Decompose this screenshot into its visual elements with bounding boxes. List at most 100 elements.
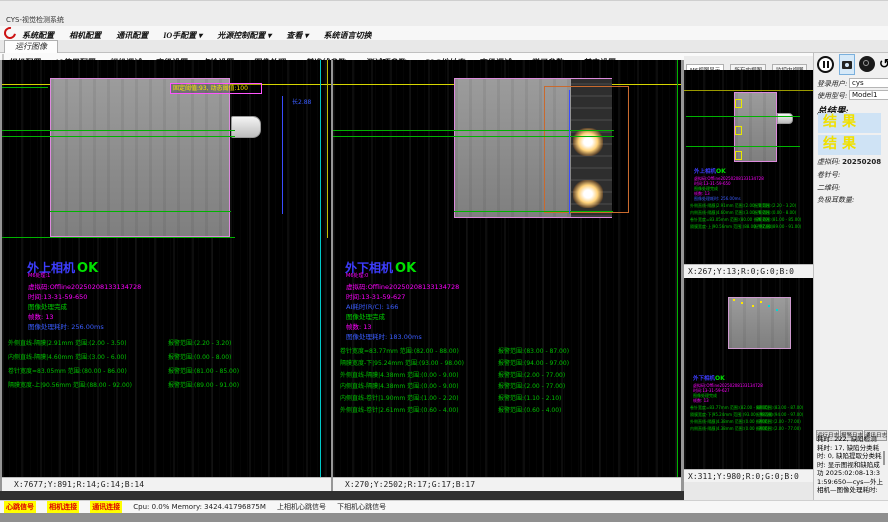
menu-items: 系统配置 相机配置 通讯配置 IO手配置 ▾ 光源控制配置 ▾ 查看 ▾ 系统语… — [22, 26, 382, 40]
virtual-code-value: 20250208 — [842, 158, 881, 166]
elapsed-line: 图像处理耗时: 256.00ms — [28, 321, 104, 331]
status-bar: 心跳信号 相机连接 通讯连接 Cpu: 0.0% Memory: 3424.41… — [0, 500, 888, 513]
overlay-hline-green — [2, 237, 235, 238]
marker-dot-cyan — [768, 305, 770, 307]
login-user-field[interactable]: cys — [849, 78, 888, 88]
alarm-text: 报警范围:(2.20 - 3.20) — [168, 338, 231, 347]
blue-measure-label: 长2.88 — [292, 97, 311, 106]
needle-number-row: 卷针号: — [817, 170, 840, 180]
thumbnail-view-lower[interactable]: 外下相机OK 虚拟码:Offline20250208133134728 时间:1… — [684, 278, 813, 469]
frame-count-line: 帧数: 13 — [693, 398, 709, 404]
lens-icon — [863, 60, 869, 66]
overlay-hline-green — [686, 146, 800, 147]
title-bar — [0, 0, 888, 26]
alarm-text: 报警范围:(81.00 - 85.00) — [754, 217, 801, 223]
camera-name: 外上相机 — [694, 169, 716, 175]
measure-text: 内侧直线-隔膜|4.38mm 范围:(0.00 - 9.00) — [340, 381, 459, 390]
overlay-vline-yellow — [327, 60, 328, 238]
overlay-vline-blue — [569, 90, 570, 214]
overlay-hline-green — [2, 130, 235, 131]
frame-count-line: 帧数: 13 — [346, 321, 372, 331]
alarm-text: 报警范围:(94.00 - 97.00) — [498, 358, 569, 367]
thumbnail-view-upper[interactable]: 外上相机OK 虚拟码:Offline20250208133134728 时间:1… — [684, 70, 813, 264]
overlay-hline-green — [686, 116, 800, 117]
overlay-hline-green — [333, 136, 614, 137]
virtual-code-label: 虚拟码: — [817, 158, 840, 166]
camera-mode-button[interactable] — [839, 54, 855, 75]
ai-elapsed-line: AI耗时(R/C): 166 — [346, 301, 398, 311]
model-label: 使用型号: — [817, 92, 847, 100]
roi-marker-yellow — [735, 126, 742, 135]
camera-view-lower[interactable]: AI处理图像 外下相机OK M6处理:0 虚拟码:Offline20250208… — [333, 60, 681, 477]
camera-result-title: 外上相机OK — [694, 167, 726, 175]
time-line: 时间:13-31-59-650 — [28, 291, 87, 301]
lens-button[interactable] — [859, 56, 875, 72]
alarm-text: 报警范围:(89.00 - 91.00) — [754, 224, 801, 230]
qr-code-label: 二维码: — [817, 184, 840, 192]
overlay-vline-blue — [282, 96, 283, 214]
measure-text: 隔膜宽度-上|90.56mm 范围:(88.00 - 92.00) — [8, 380, 132, 389]
measure-text: 外侧直线-卷针|2.61mm 范围:(0.60 - 4.00) — [340, 405, 459, 414]
alarm-text: 报警范围:(2.00 - 77.00) — [498, 370, 565, 379]
result-ok-badge: OK — [77, 261, 98, 276]
measure-text: 内侧直线-隔膜|4.60mm 范围:(3.00 - 6.00) — [8, 352, 127, 361]
log-scrollbar[interactable] — [883, 451, 885, 465]
elapsed-line: 图像处理耗时: 183.00ms — [346, 331, 422, 341]
result-ok-badge: OK — [715, 375, 725, 382]
alarm-text: 报警范围:(83.00 - 87.00) — [756, 405, 803, 411]
virtual-code-line: 虚拟码:Offline20250208133134728 — [346, 281, 459, 291]
threshold-label: 固定阈值:93, 动态阈值:100 — [170, 83, 262, 94]
marker-dot-cyan — [776, 309, 778, 311]
alarm-text: 报警范围:(2.20 - 3.20) — [754, 203, 796, 209]
metal-tab — [777, 113, 793, 124]
virtual-code-line: 虚拟码:Offline20250208133134728 — [28, 281, 141, 291]
glow-spot — [573, 180, 603, 208]
result-box-upper: 结果 — [818, 113, 881, 133]
pixel-coords-thumb-lower: X:311;Y:980;R:0;G:0;B:0 — [684, 469, 813, 483]
window-title: CYS-视觉检测系统 — [6, 15, 64, 25]
camera-result-title: 外下相机OK — [693, 374, 725, 382]
part-image — [728, 297, 791, 349]
tab-row — [0, 40, 888, 53]
measure-text: 隔膜宽度-下|95.24mm 范围:(93.00 - 98.00) — [340, 358, 464, 367]
process-done-line: 图像处理完成 — [346, 311, 385, 321]
frame-count-line: 帧数: 13 — [28, 311, 54, 321]
overlay-hline-green — [2, 87, 48, 88]
camera-view-upper[interactable]: 固定阈值:93, 动态阈值:100 长2.88 外上相机OK M6处理:1 虚拟… — [2, 60, 331, 477]
m6-sub-label: M6处理:0 — [346, 272, 368, 279]
upper-camera-heartbeat: 上相机心跳信号 — [277, 501, 326, 513]
alarm-text: 报警范围:(0.00 - 8.00) — [754, 210, 796, 216]
comm-connection-badge: 通讯连接 — [90, 501, 122, 513]
qr-code-row: 二维码: — [817, 183, 840, 193]
roi-marker-yellow — [735, 151, 742, 160]
roi-marker-yellow — [735, 99, 742, 108]
alarm-text: 报警范围:(89.00 - 91.00) — [168, 380, 239, 389]
tab-count-label: 负极耳数量: — [817, 196, 854, 204]
virtual-code-row: 虚拟码: 20250208 — [817, 157, 881, 167]
time-line: 时间:13-31-59-627 — [346, 291, 405, 301]
needle-number-label: 卷针号: — [817, 171, 840, 179]
refresh-button[interactable]: ↺ — [877, 54, 888, 75]
overlay-hline-yellow — [684, 90, 813, 91]
log-text: 耗时: 222, 缺陷检测耗时: 17, 缺陷分类耗时: 0, 缺陷提取分类耗时… — [817, 435, 883, 495]
overlay-vline-cyan — [320, 60, 321, 477]
measure-text: 内侧直线-卷针|1.90mm 范围:(1.00 - 2.20) — [340, 393, 459, 402]
alarm-text: 报警范围:(2.00 - 77.00) — [756, 426, 801, 432]
lower-camera-heartbeat: 下相机心跳信号 — [337, 501, 386, 513]
pixel-coords-lower: X:270;Y:2502;R:17;G:17;B:17 — [333, 477, 681, 491]
part-image — [50, 78, 230, 237]
overlay-vline-green — [677, 60, 678, 477]
pixel-coords-upper: X:7677;Y:891;R:14;G:14;B:14 — [2, 477, 331, 491]
cpu-memory-status: Cpu: 0.0% Memory: 3424.41796875M — [133, 501, 266, 513]
alarm-text: 报警范围:(83.00 - 87.00) — [498, 346, 569, 355]
window-bottom-strip — [0, 513, 888, 522]
marker-dot-yellow — [760, 301, 762, 303]
glow-spot — [573, 128, 603, 156]
measure-text: 外侧直线-隔膜|2.91mm 范围:(2.00 - 3.50) — [8, 338, 127, 347]
elapsed-line: 图像处理耗时: 256.00ms — [694, 196, 741, 202]
overlay-hline-green — [2, 136, 235, 137]
alarm-text: 报警范围:(1.10 - 2.10) — [498, 393, 561, 402]
pause-button[interactable] — [817, 56, 834, 73]
model-field[interactable]: Model1 — [849, 90, 888, 100]
measure-text: 卷针宽度=83.77mm 范围:(82.00 - 88.00) — [340, 346, 459, 355]
